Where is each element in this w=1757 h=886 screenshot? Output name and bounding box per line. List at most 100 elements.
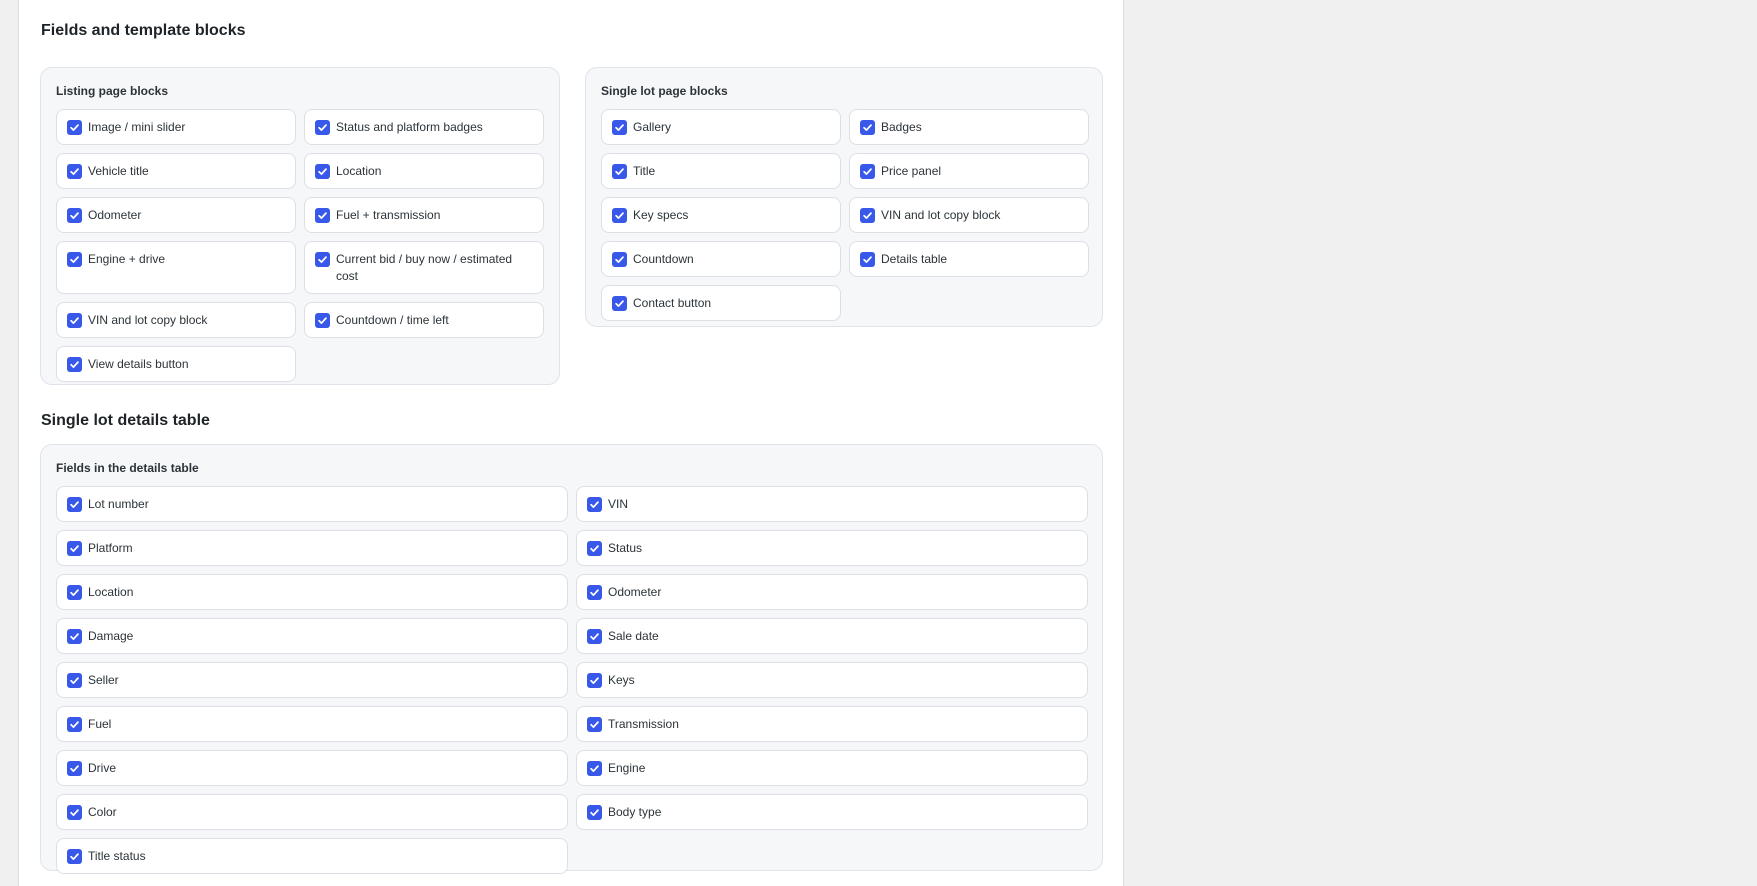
checkbox-checked[interactable] bbox=[67, 717, 82, 732]
option-label: Odometer bbox=[88, 208, 142, 222]
option-engine[interactable]: Engine bbox=[576, 750, 1088, 786]
checkmark-icon bbox=[590, 765, 599, 772]
option-label: Keys bbox=[608, 673, 635, 687]
option-key-specs[interactable]: Key specs bbox=[601, 197, 841, 233]
checkbox-checked[interactable] bbox=[67, 252, 82, 267]
option-label: Key specs bbox=[633, 208, 689, 222]
option-sale-date[interactable]: Sale date bbox=[576, 618, 1088, 654]
option-lot-number[interactable]: Lot number bbox=[56, 486, 568, 522]
option-title[interactable]: Title bbox=[601, 153, 841, 189]
checkbox-checked[interactable] bbox=[315, 313, 330, 328]
details-fields-list: Lot number VIN Platform Status Location Odome… bbox=[56, 486, 1088, 874]
option-seller[interactable]: Seller bbox=[56, 662, 568, 698]
checkmark-icon bbox=[590, 721, 599, 728]
checkmark-icon bbox=[70, 256, 79, 263]
option-location[interactable]: Location bbox=[56, 574, 568, 610]
checkmark-icon bbox=[863, 256, 872, 263]
option-countdown[interactable]: Countdown bbox=[601, 241, 841, 277]
checkbox-checked[interactable] bbox=[587, 629, 602, 644]
checkbox-checked[interactable] bbox=[67, 849, 82, 864]
checkmark-icon bbox=[70, 317, 79, 324]
checkbox-checked[interactable] bbox=[315, 164, 330, 179]
checkbox-checked[interactable] bbox=[612, 296, 627, 311]
checkbox-checked[interactable] bbox=[860, 120, 875, 135]
option-label: Color bbox=[88, 805, 117, 819]
checkbox-checked[interactable] bbox=[67, 313, 82, 328]
checkbox-checked[interactable] bbox=[315, 252, 330, 267]
checkmark-icon bbox=[70, 589, 79, 596]
checkbox-checked[interactable] bbox=[587, 761, 602, 776]
option-damage[interactable]: Damage bbox=[56, 618, 568, 654]
option-keys[interactable]: Keys bbox=[576, 662, 1088, 698]
checkbox-checked[interactable] bbox=[315, 208, 330, 223]
checkbox-checked[interactable] bbox=[587, 805, 602, 820]
option-vin[interactable]: VIN bbox=[576, 486, 1088, 522]
option-engine-drive[interactable]: Engine + drive bbox=[56, 241, 296, 294]
details-section-title: Single lot details table bbox=[41, 412, 210, 429]
option-color[interactable]: Color bbox=[56, 794, 568, 830]
option-odometer[interactable]: Odometer bbox=[56, 197, 296, 233]
checkbox-checked[interactable] bbox=[612, 208, 627, 223]
option-vehicle-title[interactable]: Vehicle title bbox=[56, 153, 296, 189]
option-image-mini-slider[interactable]: Image / mini slider bbox=[56, 109, 296, 145]
option-location[interactable]: Location bbox=[304, 153, 544, 189]
checkbox-checked[interactable] bbox=[67, 629, 82, 644]
checkbox-checked[interactable] bbox=[612, 252, 627, 267]
checkbox-checked[interactable] bbox=[67, 497, 82, 512]
option-contact-button[interactable]: Contact button bbox=[601, 285, 841, 321]
option-gallery[interactable]: Gallery bbox=[601, 109, 841, 145]
fields-section-title: Fields and template blocks bbox=[41, 22, 246, 39]
option-price-panel[interactable]: Price panel bbox=[849, 153, 1089, 189]
option-transmission[interactable]: Transmission bbox=[576, 706, 1088, 742]
checkbox-checked[interactable] bbox=[587, 585, 602, 600]
checkmark-icon bbox=[590, 501, 599, 508]
checkbox-checked[interactable] bbox=[612, 120, 627, 135]
option-countdown-time-left[interactable]: Countdown / time left bbox=[304, 302, 544, 338]
checkbox-checked[interactable] bbox=[67, 164, 82, 179]
option-label: Image / mini slider bbox=[88, 120, 186, 134]
checkbox-checked[interactable] bbox=[587, 497, 602, 512]
option-vin-and-lot-copy-block[interactable]: VIN and lot copy block bbox=[849, 197, 1089, 233]
checkbox-checked[interactable] bbox=[67, 673, 82, 688]
option-label: Location bbox=[88, 585, 134, 599]
option-status[interactable]: Status bbox=[576, 530, 1088, 566]
option-label: Title status bbox=[88, 849, 146, 863]
checkbox-checked[interactable] bbox=[587, 541, 602, 556]
option-badges[interactable]: Badges bbox=[849, 109, 1089, 145]
checkmark-icon bbox=[615, 300, 624, 307]
checkbox-checked[interactable] bbox=[587, 717, 602, 732]
option-label: Gallery bbox=[633, 120, 672, 134]
checkmark-icon bbox=[70, 501, 79, 508]
checkbox-checked[interactable] bbox=[315, 120, 330, 135]
checkbox-checked[interactable] bbox=[860, 252, 875, 267]
checkbox-checked[interactable] bbox=[67, 357, 82, 372]
checkbox-checked[interactable] bbox=[612, 164, 627, 179]
option-drive[interactable]: Drive bbox=[56, 750, 568, 786]
option-status-and-platform-badges[interactable]: Status and platform badges bbox=[304, 109, 544, 145]
checkbox-checked[interactable] bbox=[860, 164, 875, 179]
option-current-bid-buy-now-estimated-cost[interactable]: Current bid / buy now / estimated cost bbox=[304, 241, 544, 294]
option-platform[interactable]: Platform bbox=[56, 530, 568, 566]
details-table-fields-title: Fields in the details table bbox=[56, 461, 199, 475]
checkmark-icon bbox=[590, 809, 599, 816]
checkbox-checked[interactable] bbox=[67, 805, 82, 820]
checkbox-checked[interactable] bbox=[860, 208, 875, 223]
option-view-details-button[interactable]: View details button bbox=[56, 346, 296, 382]
checkbox-checked[interactable] bbox=[67, 208, 82, 223]
checkbox-checked[interactable] bbox=[67, 120, 82, 135]
checkbox-checked[interactable] bbox=[67, 541, 82, 556]
checkbox-checked[interactable] bbox=[67, 585, 82, 600]
option-body-type[interactable]: Body type bbox=[576, 794, 1088, 830]
option-details-table[interactable]: Details table bbox=[849, 241, 1089, 277]
checkmark-icon bbox=[863, 168, 872, 175]
checkmark-icon bbox=[318, 317, 327, 324]
option-vin-and-lot-copy-block[interactable]: VIN and lot copy block bbox=[56, 302, 296, 338]
option-fuel-transmission[interactable]: Fuel + transmission bbox=[304, 197, 544, 233]
checkbox-checked[interactable] bbox=[67, 761, 82, 776]
option-odometer[interactable]: Odometer bbox=[576, 574, 1088, 610]
option-title-status[interactable]: Title status bbox=[56, 838, 568, 874]
checkbox-checked[interactable] bbox=[587, 673, 602, 688]
option-label: Platform bbox=[88, 541, 133, 555]
option-fuel[interactable]: Fuel bbox=[56, 706, 568, 742]
listing-page-blocks-title: Listing page blocks bbox=[56, 84, 169, 98]
